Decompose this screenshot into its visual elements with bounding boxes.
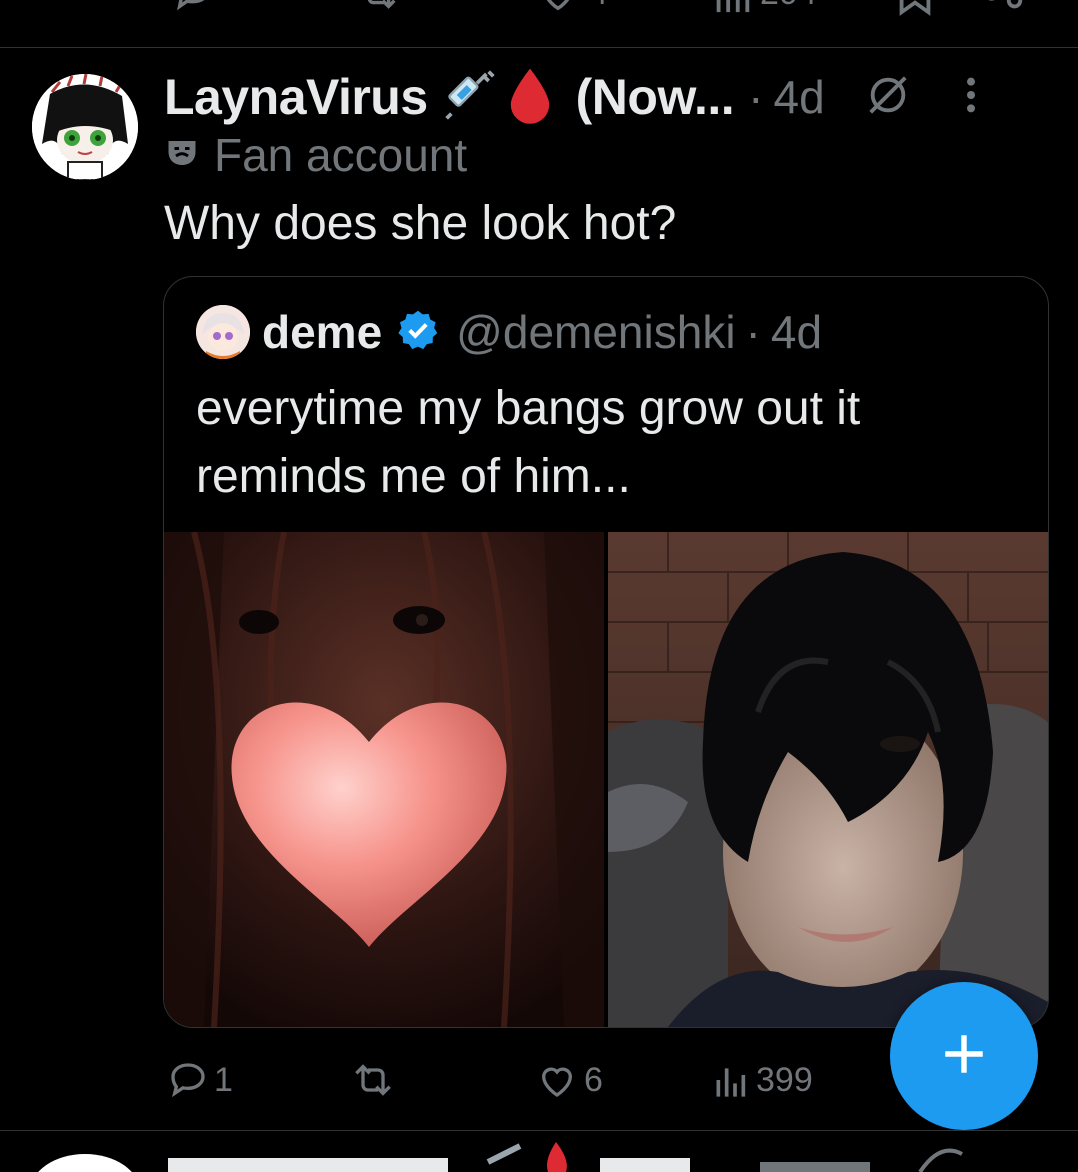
author-avatar[interactable] (32, 74, 138, 180)
tweet-actions: 1 6 399 (164, 1050, 884, 1110)
like-count: 6 (584, 1060, 603, 1099)
repost-icon[interactable] (356, 0, 402, 21)
theater-mask-icon (164, 128, 200, 182)
next-tweet-preview[interactable] (0, 1132, 1078, 1172)
quote-text-line-1: everytime my bangs grow out it (196, 382, 861, 435)
views-icon (716, 1068, 746, 1097)
account-label: Fan account (164, 128, 467, 182)
like-action[interactable]: 4 (535, 0, 608, 16)
quote-text-line-2: reminds me of him... (196, 450, 631, 503)
divider (0, 47, 1078, 48)
view-count: 204 (760, 0, 817, 16)
author-display-name[interactable]: LaynaVirus (164, 68, 428, 126)
quote-text: everytime my bangs grow out it reminds m… (196, 375, 1016, 511)
views-action[interactable]: 204 (712, 0, 817, 16)
quote-header: deme @demenishki · 4d (262, 301, 822, 363)
quote-media-left[interactable] (164, 532, 604, 1027)
views-icon (716, 0, 750, 13)
repost-icon (355, 1064, 391, 1096)
heart-icon (546, 0, 570, 11)
quote-time[interactable]: 4d (771, 305, 822, 359)
compose-button[interactable] (890, 982, 1038, 1130)
like-count: 4 (589, 0, 608, 16)
author-name-suffix: (Now... (575, 69, 735, 125)
verified-badge-icon (396, 308, 440, 357)
quote-handle[interactable]: @demenishki (456, 305, 735, 359)
blood-drop-emoji-icon (506, 66, 554, 129)
tweet-time[interactable]: 4d (774, 70, 825, 124)
account-label-text: Fan account (214, 129, 468, 181)
heart-icon (541, 1067, 573, 1097)
bookmark-icon[interactable] (895, 0, 935, 21)
views-action[interactable]: 399 (712, 1050, 813, 1110)
reply-action[interactable]: 1 (168, 1050, 233, 1110)
previous-tweet-actions: 4 204 (0, 0, 1078, 18)
grok-icon[interactable] (865, 72, 911, 123)
share-icon[interactable] (980, 0, 1026, 21)
quote-tweet-card[interactable]: deme @demenishki · 4d everytime my bangs… (163, 276, 1049, 1028)
quote-media-right[interactable] (608, 532, 1048, 1027)
separator-dot: · (748, 71, 764, 123)
view-count: 399 (756, 1060, 813, 1099)
quote-display-name[interactable]: deme (262, 305, 382, 359)
like-action[interactable]: 6 (536, 1050, 603, 1110)
repost-action[interactable] (350, 1050, 396, 1110)
quote-author-avatar[interactable] (196, 305, 250, 359)
reply-icon (171, 1063, 205, 1098)
more-options-icon[interactable] (965, 75, 977, 120)
tweet-header: LaynaVirus (Now... · 4d (164, 66, 977, 128)
divider (0, 1130, 1078, 1131)
syringe-emoji-icon (442, 67, 498, 128)
quote-separator-dot: · (745, 306, 761, 358)
reply-icon[interactable] (170, 0, 216, 21)
plus-icon (939, 1029, 989, 1084)
tweet-text: Why does she look hot? (164, 197, 677, 250)
reply-count: 1 (214, 1060, 233, 1099)
